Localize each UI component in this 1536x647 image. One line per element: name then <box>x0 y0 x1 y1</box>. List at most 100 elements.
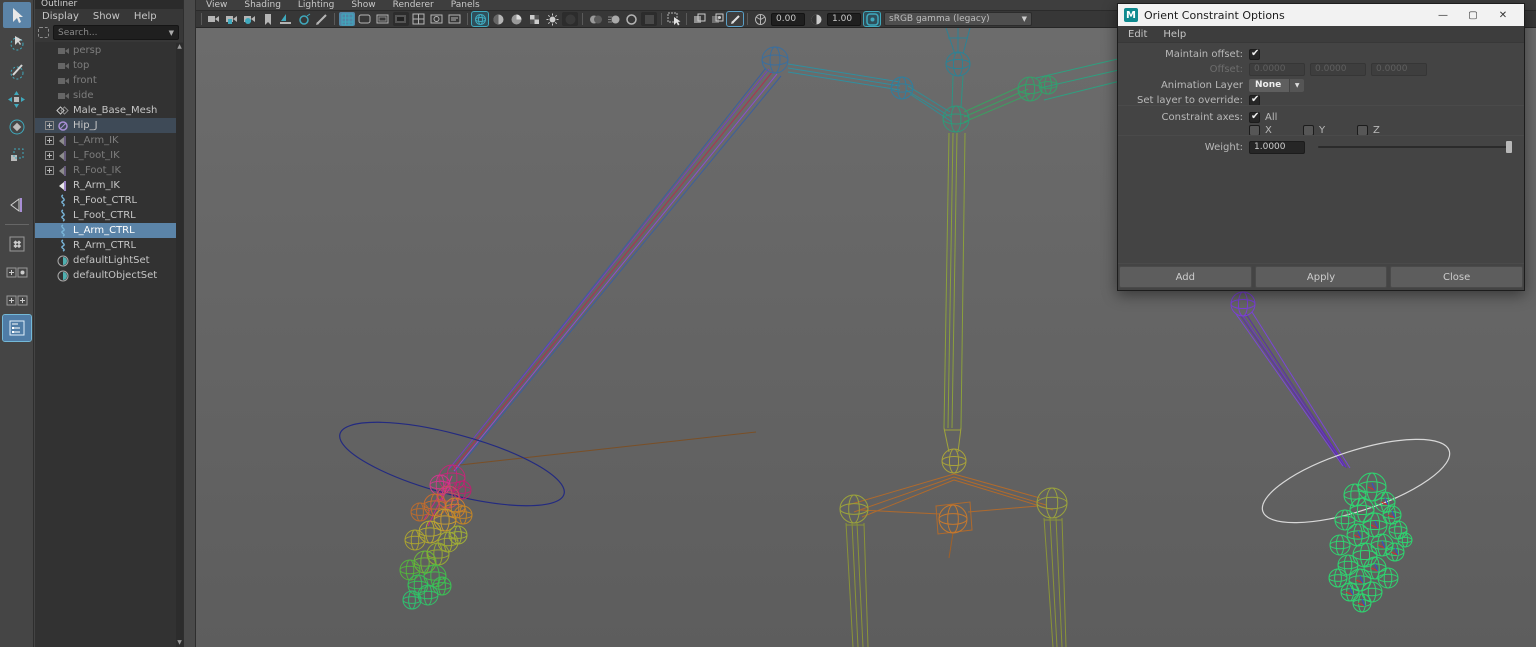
axes-all-checkbox[interactable] <box>1249 111 1260 123</box>
camera-attrs-icon[interactable] <box>242 12 258 26</box>
rotate-tool[interactable] <box>3 114 31 140</box>
safe-title-icon[interactable] <box>447 12 463 26</box>
gate-mask-icon[interactable] <box>393 12 409 26</box>
axis-y-checkbox[interactable] <box>1303 124 1314 136</box>
layout-outliner-persp[interactable] <box>1 314 32 342</box>
layout-pair-a[interactable] <box>3 259 31 285</box>
offset-y-field[interactable]: 0.0000 <box>1310 62 1366 76</box>
multisample-icon[interactable] <box>623 12 639 26</box>
lights-icon[interactable] <box>544 12 560 26</box>
ik-handle-tool[interactable] <box>3 192 31 218</box>
outliner-item-persp[interactable]: persp <box>35 43 176 58</box>
apply-button[interactable]: Apply <box>1254 266 1388 288</box>
motion-blur-icon[interactable] <box>605 12 621 26</box>
selection-mask-icon[interactable] <box>38 27 49 38</box>
outliner-item-r_foot_ik[interactable]: R_Foot_IK <box>35 163 176 178</box>
selection-highlight-icon[interactable] <box>726 11 744 27</box>
xray-icon[interactable] <box>691 12 707 26</box>
film-gate-icon[interactable] <box>357 12 373 26</box>
outliner-item-r_foot_ctrl[interactable]: R_Foot_CTRL <box>35 193 176 208</box>
maximize-button[interactable]: ▢ <box>1458 5 1488 25</box>
outliner-item-hip_j[interactable]: Hip_J <box>35 118 176 133</box>
shadows-icon[interactable] <box>562 12 578 26</box>
ao-icon[interactable] <box>587 12 603 26</box>
expand-icon[interactable] <box>45 136 54 145</box>
image-plane-icon[interactable] <box>278 12 294 26</box>
outliner-item-male_base_mesh[interactable]: Male_Base_Mesh <box>35 103 176 118</box>
gamma-icon[interactable] <box>863 11 881 27</box>
camera-select-icon[interactable] <box>206 12 222 26</box>
exposure-field[interactable]: 0.00 <box>771 12 805 26</box>
outliner-scrollbar[interactable]: ▲ ▼ <box>176 43 183 647</box>
grease-pencil-icon[interactable] <box>314 12 330 26</box>
dialog-titlebar[interactable]: M Orient Constraint Options — ▢ ✕ <box>1118 4 1524 26</box>
offset-z-field[interactable]: 0.0000 <box>1371 62 1427 76</box>
maintain-offset-checkbox[interactable] <box>1249 48 1260 60</box>
search-input[interactable]: Search... ▼ <box>53 25 179 40</box>
wireframe-icon[interactable] <box>471 11 489 27</box>
outliner-menu-display[interactable]: Display <box>42 11 79 22</box>
close-button[interactable]: Close <box>1390 266 1524 288</box>
expand-icon[interactable] <box>45 166 54 175</box>
slider-handle[interactable] <box>1506 141 1512 153</box>
set-layer-checkbox[interactable] <box>1249 94 1260 106</box>
scroll-down-icon[interactable]: ▼ <box>176 639 183 647</box>
outliner-item-defaultobjectset[interactable]: defaultObjectSet <box>35 268 176 283</box>
colorspace-dropdown[interactable]: sRGB gamma (legacy) ▼ <box>884 12 1032 26</box>
xray-joints-icon[interactable] <box>709 12 725 26</box>
exposure-icon[interactable] <box>752 12 768 26</box>
outliner-item-side[interactable]: side <box>35 88 176 103</box>
dropdown-arrow-icon[interactable]: ▼ <box>1289 78 1305 92</box>
animation-layer-dropdown[interactable]: None <box>1249 78 1290 92</box>
expand-icon[interactable] <box>45 151 54 160</box>
pan-zoom-icon[interactable] <box>296 12 312 26</box>
viewport-menu-view[interactable]: View <box>206 0 227 10</box>
contrast-field[interactable]: 1.00 <box>827 12 861 26</box>
contrast-icon[interactable] <box>808 12 824 26</box>
bookmark-icon[interactable] <box>260 12 276 26</box>
smooth-shade-icon[interactable] <box>490 12 506 26</box>
outliner-item-l_arm_ik[interactable]: L_Arm_IK <box>35 133 176 148</box>
render-overrides-icon[interactable] <box>641 12 657 26</box>
outliner-menu-help[interactable]: Help <box>134 11 157 22</box>
outliner-item-r_arm_ik[interactable]: R_Arm_IK <box>35 178 176 193</box>
viewport-menu-panels[interactable]: Panels <box>451 0 480 10</box>
dialog-menu-help[interactable]: Help <box>1163 29 1186 40</box>
outliner-item-front[interactable]: front <box>35 73 176 88</box>
chevron-down-icon[interactable]: ▼ <box>169 29 174 37</box>
outliner-item-l_foot_ik[interactable]: L_Foot_IK <box>35 148 176 163</box>
layout-single-pane[interactable] <box>3 231 31 257</box>
add-button[interactable]: Add <box>1119 266 1252 288</box>
grid-icon[interactable] <box>339 12 355 26</box>
viewport-menu-renderer[interactable]: Renderer <box>393 0 434 10</box>
field-chart-icon[interactable] <box>411 12 427 26</box>
viewport-menu-lighting[interactable]: Lighting <box>298 0 334 10</box>
outliner-item-top[interactable]: top <box>35 58 176 73</box>
move-tool[interactable] <box>3 86 31 112</box>
checker-icon[interactable] <box>526 12 542 26</box>
outliner-item-l_foot_ctrl[interactable]: L_Foot_CTRL <box>35 208 176 223</box>
select-tool[interactable] <box>2 2 31 28</box>
isolate-select-icon[interactable] <box>666 12 682 26</box>
panel-separator[interactable] <box>183 0 196 647</box>
outliner-item-r_arm_ctrl[interactable]: R_Arm_CTRL <box>35 238 176 253</box>
textured-icon[interactable] <box>508 12 524 26</box>
scroll-up-icon[interactable]: ▲ <box>176 43 183 51</box>
axis-z-checkbox[interactable] <box>1357 124 1368 136</box>
dialog-menu-edit[interactable]: Edit <box>1128 29 1147 40</box>
safe-action-icon[interactable] <box>429 12 445 26</box>
outliner-item-l_arm_ctrl[interactable]: L_Arm_CTRL <box>35 223 176 238</box>
outliner-tab[interactable]: Outliner <box>35 0 183 9</box>
resolution-gate-icon[interactable] <box>375 12 391 26</box>
offset-x-field[interactable]: 0.0000 <box>1249 62 1305 76</box>
weight-field[interactable]: 1.0000 <box>1249 140 1305 154</box>
viewport-menu-shading[interactable]: Shading <box>244 0 281 10</box>
scale-tool[interactable] <box>3 142 31 168</box>
paint-select-tool[interactable] <box>3 58 31 84</box>
minimize-button[interactable]: — <box>1428 5 1458 25</box>
lasso-tool[interactable] <box>3 30 31 56</box>
outliner-menu-show[interactable]: Show <box>93 11 120 22</box>
weight-slider[interactable] <box>1318 141 1512 153</box>
camera-lock-icon[interactable] <box>224 12 240 26</box>
axis-x-checkbox[interactable] <box>1249 124 1260 136</box>
